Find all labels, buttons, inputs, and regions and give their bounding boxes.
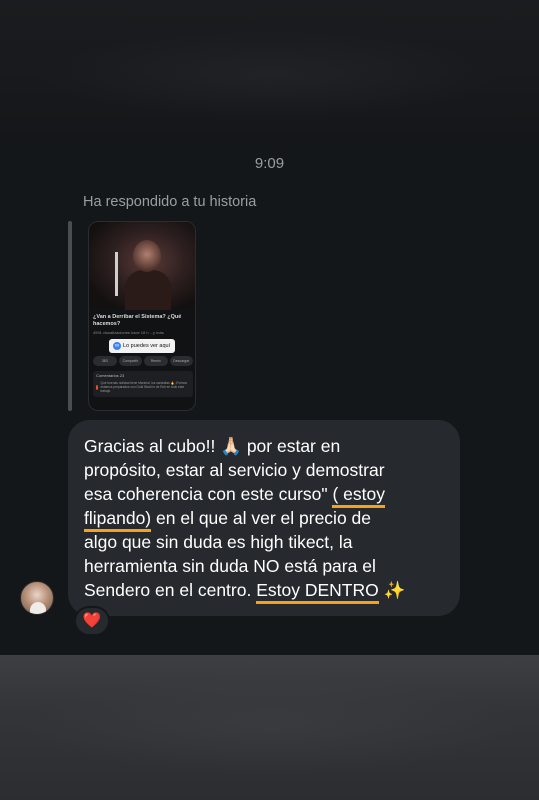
story-video-title: ¿Van a Derribar el Sistema? ¿Qué hacemos… [93,314,182,327]
story-action-likes: 383 [93,356,117,366]
chat-screen: 9:09 Ha respondido a tu historia ¿Van a … [0,0,539,800]
story-comment-text: Qué buenas noticias tiene Marshal, los s… [100,381,187,393]
microphone-stand [115,252,118,296]
story-video-meta: 4591 visualizaciones hace 18 h ...y más [93,330,164,335]
message-line: herramienta sin duda NO está para el [84,554,444,578]
commenter-avatar-icon [96,384,99,390]
message-segment: propósito, estar al servicio y demostrar [84,460,385,480]
conversation-area: 9:09 Ha respondido a tu historia ¿Van a … [0,145,539,655]
story-link-text: Lo puedes ver aquí [123,343,171,349]
story-video-preview [89,222,195,310]
message-segment: Sendero en el centro. [84,580,257,600]
highlighted-text: flipando) [84,508,152,532]
message-line: algo que sin duda es high tikect, la [84,530,444,554]
message-timestamp: 9:09 [254,155,285,172]
highlighted-text: Estoy DENTRO [256,580,379,604]
story-reply-label: Ha respondido a tu historia [83,194,257,210]
story-action-remix: Remix [144,356,168,366]
message-segment: algo que sin duda es high tikect, la [84,532,353,552]
link-icon: ∞ [113,342,121,350]
message-bubble[interactable]: Gracias al cubo!! 🙏🏻 por estar en propós… [68,420,460,616]
message-line: flipando) en el que al ver el precio de [84,506,444,532]
story-action-download: Descargar [169,356,193,366]
highlighted-text: ( estoy [332,484,385,508]
message-text: Gracias al cubo!! 🙏🏻 por estar en propós… [84,434,444,604]
message-line: esa coherencia con este curso" ( estoy [84,482,444,508]
story-comments-header: Comentarios 23 [96,373,125,378]
sender-avatar[interactable] [20,581,54,615]
story-comments-box: Comentarios 23 Qué buenas noticias tiene… [93,371,193,397]
message-line: Gracias al cubo!! 🙏🏻 por estar en [84,434,444,458]
message-line: Sendero en el centro. Estoy DENTRO ✨ [84,578,444,604]
message-segment: esa coherencia con este curso" [84,484,333,504]
message-line: propósito, estar al servicio y demostrar [84,458,444,482]
story-thumbnail[interactable]: ¿Van a Derribar el Sistema? ¿Qué hacemos… [88,221,196,411]
blurred-top-area [0,0,539,145]
blurred-bottom-area [0,655,539,800]
story-action-row: 383 Compartir Remix Descargar [93,356,193,366]
heart-reaction[interactable]: ❤️ [74,606,110,636]
message-segment: en el que al ver el precio de [151,508,372,528]
speaker-body [125,270,171,310]
story-comment-row: Qué buenas noticias tiene Marshal, los s… [96,381,190,393]
message-segment: herramienta sin duda NO está para el [84,556,376,576]
speaker-head [133,240,161,272]
story-link-sticker: ∞ Lo puedes ver aquí [109,339,175,353]
sparkles-icon: ✨ [378,580,406,600]
message-segment: Gracias al cubo!! 🙏🏻 por estar en [84,436,341,456]
story-action-share: Compartir [118,356,142,366]
reply-indicator-bar [68,221,72,411]
